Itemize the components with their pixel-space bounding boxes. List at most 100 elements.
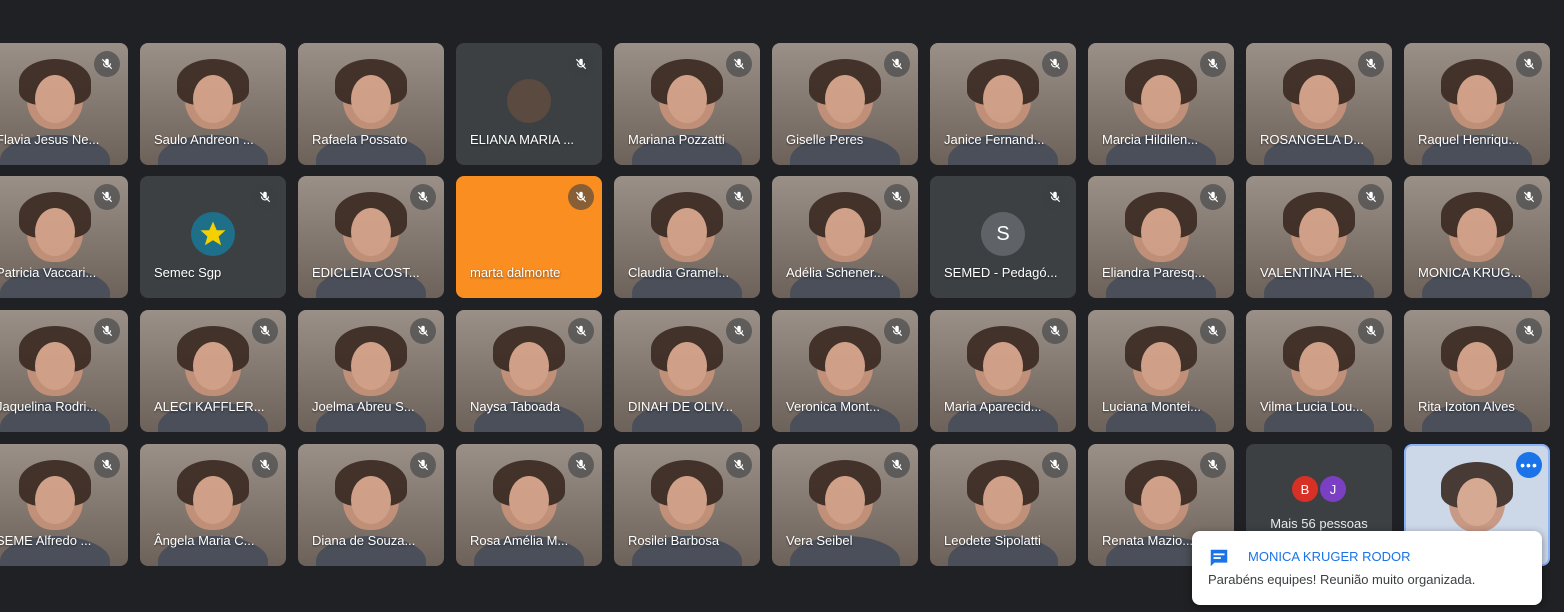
- participant-name: Vera Seibel: [786, 533, 853, 548]
- mic-off-icon: [410, 184, 436, 210]
- participant-video: [1283, 192, 1355, 262]
- participant-video: [493, 326, 565, 396]
- participant-face: [509, 476, 549, 524]
- participant-tile[interactable]: ROSANGELA D...: [1246, 43, 1392, 165]
- participant-name: Claudia Gramel...: [628, 265, 730, 280]
- mic-off-icon: [1516, 318, 1542, 344]
- participant-tile[interactable]: Diana de Souza...: [298, 444, 444, 566]
- mic-off-icon: [410, 452, 436, 478]
- participant-tile[interactable]: Leodete Sipolatti: [930, 444, 1076, 566]
- mic-off-icon: [252, 184, 278, 210]
- participant-tile[interactable]: Rita Izoton Alves: [1404, 310, 1550, 432]
- participant-tile[interactable]: Giselle Peres: [772, 43, 918, 165]
- participant-video: [967, 326, 1039, 396]
- participant-tile[interactable]: MONICA KRUG...: [1404, 176, 1550, 298]
- mic-off-icon: [252, 318, 278, 344]
- participant-tile[interactable]: Janice Fernand...: [930, 43, 1076, 165]
- mic-off-icon: [1042, 184, 1068, 210]
- participant-video: [809, 326, 881, 396]
- participant-tile[interactable]: Vera Seibel: [772, 444, 918, 566]
- participant-video: [1125, 192, 1197, 262]
- mic-off-icon: [1358, 184, 1384, 210]
- participant-tile[interactable]: S SEMED - Pedagó...: [930, 176, 1076, 298]
- participant-face: [667, 476, 707, 524]
- participant-tile[interactable]: Jaquelina Rodri...: [0, 310, 128, 432]
- participant-tile[interactable]: Rafaela Possato: [298, 43, 444, 165]
- participant-tile[interactable]: Vilma Lucia Lou...: [1246, 310, 1392, 432]
- participant-tile[interactable]: EDICLEIA COST...: [298, 176, 444, 298]
- participant-name: Luciana Montei...: [1102, 399, 1202, 414]
- participant-tile[interactable]: Claudia Gramel...: [614, 176, 760, 298]
- participant-video: [19, 192, 91, 262]
- participant-mini-avatar: B: [1292, 476, 1318, 502]
- participant-name: Ângela Maria C...: [154, 533, 255, 548]
- participant-video: [177, 326, 249, 396]
- participant-video: [1283, 59, 1355, 129]
- mic-off-icon: [1358, 318, 1384, 344]
- participant-avatar: S: [981, 212, 1025, 256]
- participant-face: [35, 75, 75, 123]
- more-options-button[interactable]: •••: [1516, 452, 1542, 478]
- participant-name: Patricia Vaccari...: [0, 265, 97, 280]
- participant-face: [1299, 75, 1339, 123]
- participant-mini-avatar: J: [1320, 476, 1346, 502]
- participant-name: marta dalmonte: [470, 265, 561, 280]
- participant-video: [651, 460, 723, 530]
- participant-tile[interactable]: VALENTINA HE...: [1246, 176, 1392, 298]
- participant-tile[interactable]: Eliandra Paresq...: [1088, 176, 1234, 298]
- participant-video: [19, 460, 91, 530]
- participant-face: [351, 208, 391, 256]
- participant-tile[interactable]: Flavia Jesus Ne...: [0, 43, 128, 165]
- participant-tile[interactable]: Saulo Andreon ...: [140, 43, 286, 165]
- participant-face: [351, 342, 391, 390]
- participant-tile[interactable]: Mariana Pozzatti: [614, 43, 760, 165]
- participant-tile[interactable]: Marcia Hildilen...: [1088, 43, 1234, 165]
- participant-tile[interactable]: ALECI KAFFLER...: [140, 310, 286, 432]
- participant-video: [335, 460, 407, 530]
- participant-tile[interactable]: Naysa Taboada: [456, 310, 602, 432]
- participant-tile[interactable]: DINAH DE OLIV...: [614, 310, 760, 432]
- participant-face: [1457, 75, 1497, 123]
- participant-face: [1457, 478, 1497, 526]
- participant-face: [1141, 208, 1181, 256]
- participant-tile[interactable]: SEME Alfredo ...: [0, 444, 128, 566]
- participant-name: MONICA KRUG...: [1418, 265, 1522, 280]
- participant-face: [35, 208, 75, 256]
- mic-off-icon: [1200, 452, 1226, 478]
- participant-name: Maria Aparecid...: [944, 399, 1042, 414]
- participant-face: [1457, 342, 1497, 390]
- participant-tile[interactable]: marta dalmonte: [456, 176, 602, 298]
- participant-tile[interactable]: ELIANA MARIA ...: [456, 43, 602, 165]
- participant-tile[interactable]: Luciana Montei...: [1088, 310, 1234, 432]
- mic-off-icon: [1200, 318, 1226, 344]
- participant-tile[interactable]: Semec Sgp: [140, 176, 286, 298]
- participant-video: [651, 59, 723, 129]
- participant-tile[interactable]: Raquel Henriqu...: [1404, 43, 1550, 165]
- participant-tile[interactable]: Adélia Schener...: [772, 176, 918, 298]
- participant-tile[interactable]: Ângela Maria C...: [140, 444, 286, 566]
- participant-tile[interactable]: Joelma Abreu S...: [298, 310, 444, 432]
- participant-tile[interactable]: Rosa Amélia M...: [456, 444, 602, 566]
- chat-notification[interactable]: MONICA KRUGER RODOR Parabéns equipes! Re…: [1192, 531, 1542, 605]
- mic-off-icon: [726, 51, 752, 77]
- participant-video: [1441, 59, 1513, 129]
- participant-face: [1299, 208, 1339, 256]
- participant-name: Flavia Jesus Ne...: [0, 132, 100, 147]
- participant-face: [667, 342, 707, 390]
- participant-face: [35, 476, 75, 524]
- participant-face: [1457, 208, 1497, 256]
- participant-tile[interactable]: Maria Aparecid...: [930, 310, 1076, 432]
- participant-face: [193, 75, 233, 123]
- participant-video: [19, 326, 91, 396]
- participant-video: [809, 59, 881, 129]
- participant-name: VALENTINA HE...: [1260, 265, 1364, 280]
- participant-tile[interactable]: Rosilei Barbosa: [614, 444, 760, 566]
- emblem-icon: [191, 212, 235, 256]
- chat-message: Parabéns equipes! Reunião muito organiza…: [1208, 572, 1476, 587]
- participant-video: [1125, 59, 1197, 129]
- chat-sender: MONICA KRUGER RODOR: [1248, 549, 1411, 564]
- participant-tile[interactable]: Patricia Vaccari...: [0, 176, 128, 298]
- participant-tile[interactable]: Veronica Mont...: [772, 310, 918, 432]
- participant-name: Semec Sgp: [154, 265, 222, 280]
- participant-face: [509, 342, 549, 390]
